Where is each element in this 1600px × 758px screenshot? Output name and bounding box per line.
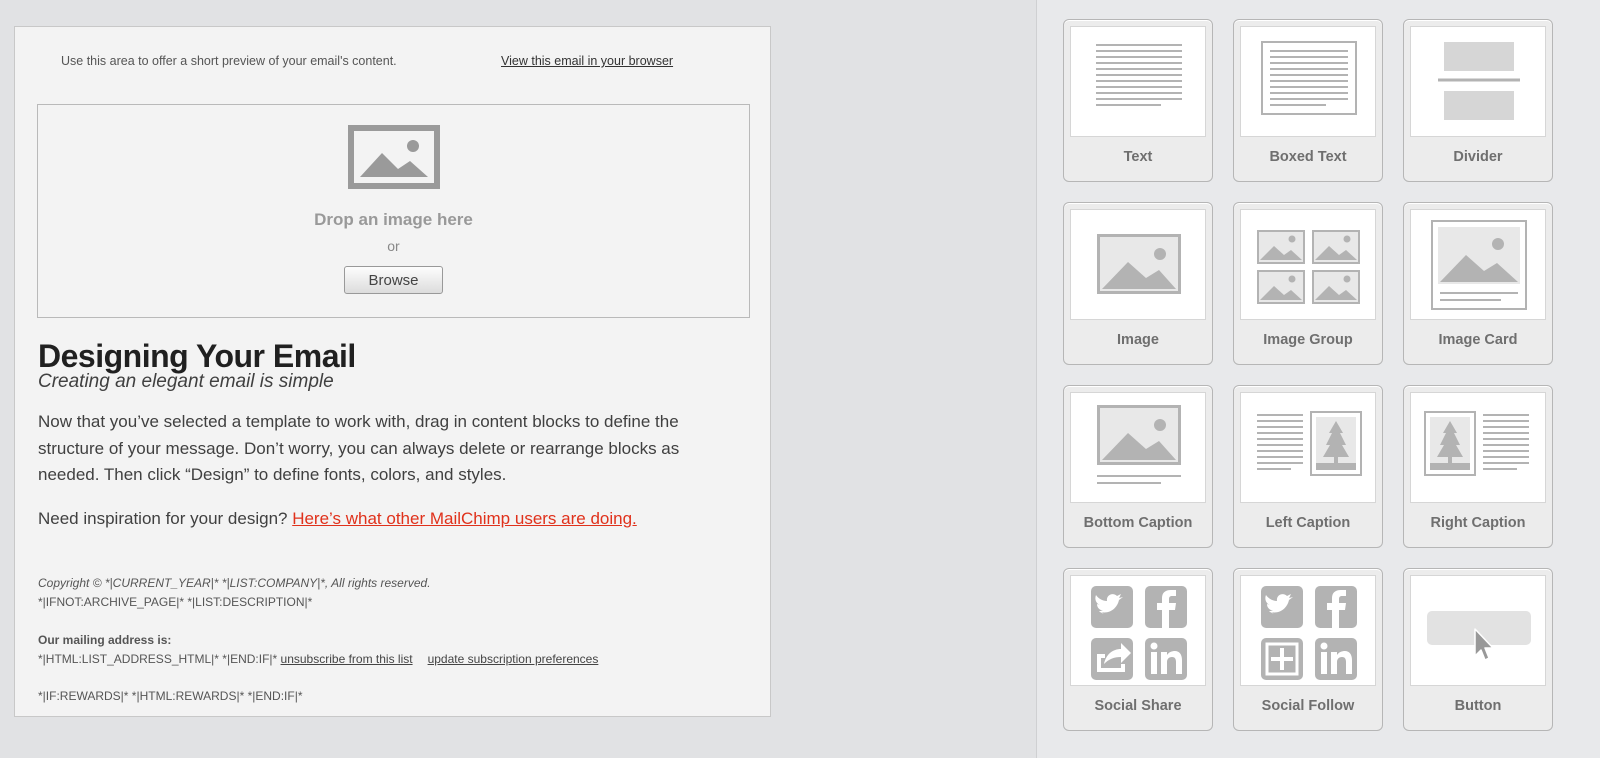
divider-block-icon <box>1438 42 1520 120</box>
block-label: Boxed Text <box>1269 149 1347 165</box>
content-blocks-panel: Text Boxed Text Divider Image Image Grou… <box>1036 0 1600 758</box>
bottom-caption-block-icon <box>1097 405 1181 484</box>
block-image-card[interactable]: Image Card <box>1403 202 1553 365</box>
block-left-caption[interactable]: Left Caption <box>1233 385 1383 548</box>
footer-description: *|IFNOT:ARCHIVE_PAGE|* *|LIST:DESCRIPTIO… <box>38 595 313 609</box>
left-caption-block-icon <box>1257 411 1362 476</box>
footer-mailing-heading: Our mailing address is: <box>38 633 172 647</box>
drop-or-label: or <box>387 238 400 254</box>
block-divider[interactable]: Divider <box>1403 19 1553 182</box>
block-image[interactable]: Image <box>1063 202 1213 365</box>
block-label: Image Card <box>1438 332 1518 348</box>
block-label: Divider <box>1453 149 1503 165</box>
button-block-icon <box>1427 611 1531 661</box>
block-social-share[interactable]: Social Share <box>1063 568 1213 731</box>
block-label: Text <box>1123 149 1153 165</box>
inspiration-text: Need inspiration for your design? <box>38 509 293 528</box>
image-block-icon <box>1097 234 1181 294</box>
block-text[interactable]: Text <box>1063 19 1213 182</box>
email-canvas: Use this area to offer a short preview o… <box>14 26 771 717</box>
block-social-follow[interactable]: Social Follow <box>1233 568 1383 731</box>
email-subheadline[interactable]: Creating an elegant email is simple <box>38 371 334 393</box>
block-label: Button <box>1454 698 1502 714</box>
block-label: Left Caption <box>1265 515 1351 531</box>
email-headline[interactable]: Designing Your Email <box>38 338 356 375</box>
update-preferences-link[interactable]: update subscription preferences <box>428 652 599 666</box>
inspiration-line: Need inspiration for your design? Here’s… <box>38 509 637 529</box>
social-follow-block-icon <box>1261 586 1357 680</box>
block-right-caption[interactable]: Right Caption <box>1403 385 1553 548</box>
right-caption-block-icon <box>1424 411 1529 476</box>
browse-button[interactable]: Browse <box>344 266 443 294</box>
footer-rewards: *|IF:REWARDS|* *|HTML:REWARDS|* *|END:IF… <box>38 689 303 703</box>
block-label: Right Caption <box>1430 515 1526 531</box>
footer-address-line: *|HTML:LIST_ADDRESS_HTML|* *|END:IF|* un… <box>38 652 598 666</box>
text-block-icon <box>1096 44 1182 106</box>
boxed-text-block-icon <box>1261 41 1357 115</box>
image-card-block-icon <box>1431 220 1527 310</box>
footer-address-tags: *|HTML:LIST_ADDRESS_HTML|* *|END:IF|* <box>38 652 281 666</box>
unsubscribe-link[interactable]: unsubscribe from this list <box>281 652 413 666</box>
block-button[interactable]: Button <box>1403 568 1553 731</box>
email-body-text[interactable]: Now that you’ve selected a template to w… <box>38 409 738 489</box>
view-in-browser-link[interactable]: View this email in your browser <box>501 54 673 68</box>
block-boxed-text[interactable]: Boxed Text <box>1233 19 1383 182</box>
image-group-block-icon <box>1257 230 1360 304</box>
social-share-block-icon <box>1091 586 1187 680</box>
block-label: Image Group <box>1263 332 1353 348</box>
block-label: Social Follow <box>1261 698 1355 714</box>
block-bottom-caption[interactable]: Bottom Caption <box>1063 385 1213 548</box>
block-label: Image <box>1117 332 1159 348</box>
inspiration-link[interactable]: Here’s what other MailChimp users are do… <box>292 509 637 528</box>
preheader-text: Use this area to offer a short preview o… <box>61 54 397 68</box>
image-drop-zone[interactable]: Drop an image here or Browse <box>37 104 750 318</box>
drop-image-prompt: Drop an image here <box>314 210 473 229</box>
block-label: Bottom Caption <box>1083 515 1193 531</box>
block-label: Social Share <box>1094 698 1182 714</box>
image-placeholder-icon <box>348 125 440 189</box>
block-image-group[interactable]: Image Group <box>1233 202 1383 365</box>
footer-copyright: Copyright © *|CURRENT_YEAR|* *|LIST:COMP… <box>38 576 431 590</box>
